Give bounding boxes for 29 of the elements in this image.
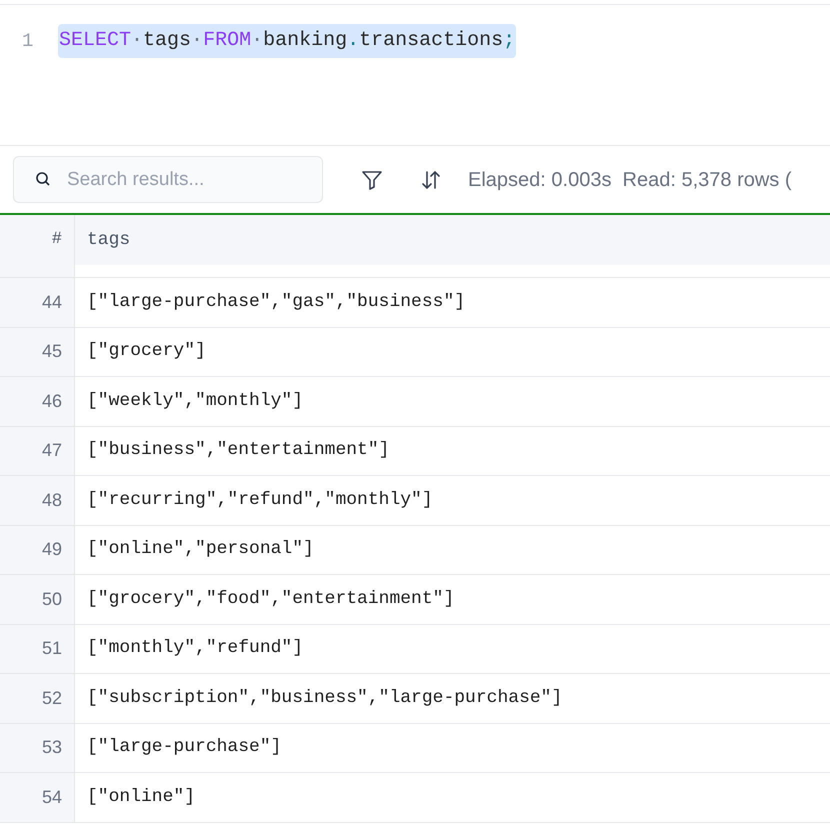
table-cell-text: ["grocery"] — [86, 340, 207, 364]
column-header[interactable]: tags — [75, 215, 830, 265]
line-number: 1 — [21, 28, 34, 54]
table-cell-text: ["online","personal"] — [86, 538, 315, 562]
row-number: 50 — [0, 575, 75, 624]
table-cell-text: ["recurring","refund","monthly"] — [86, 488, 434, 512]
table-cell-text: ["grocery","food","entertainment"] — [86, 588, 456, 611]
query-status: Elapsed: 0.003s Read: 5,378 rows ( — [468, 168, 792, 192]
table-cell-text: ["business","entertainment"] — [86, 439, 390, 462]
search-field[interactable]: Search results... — [13, 156, 323, 203]
sort-icon — [420, 168, 442, 190]
filter-icon — [361, 168, 383, 190]
row-number: 48 — [0, 476, 75, 524]
row-number: 53 — [0, 724, 75, 772]
row-number: 45 — [0, 328, 75, 376]
row-number: 54 — [0, 773, 75, 822]
row-number: 51 — [0, 624, 75, 673]
row-number: 47 — [0, 426, 75, 475]
table-cell-text: ["large-purchase","gas","business"] — [86, 290, 466, 314]
table-cell-text: ["weekly","monthly"] — [86, 390, 304, 413]
row-number: 52 — [0, 674, 75, 722]
table-cell-text: ["large-purchase"] — [86, 736, 282, 760]
table-cell-text: ["subscription","business","large-purchase"] — [86, 686, 564, 710]
search-icon — [35, 171, 51, 187]
row-number: 49 — [0, 526, 75, 574]
row-number: 44 — [0, 278, 75, 326]
table-cell-text: ["online"] — [86, 786, 196, 809]
row-number: 46 — [0, 377, 75, 426]
table-cell-text: ["monthly","refund"] — [86, 637, 304, 660]
